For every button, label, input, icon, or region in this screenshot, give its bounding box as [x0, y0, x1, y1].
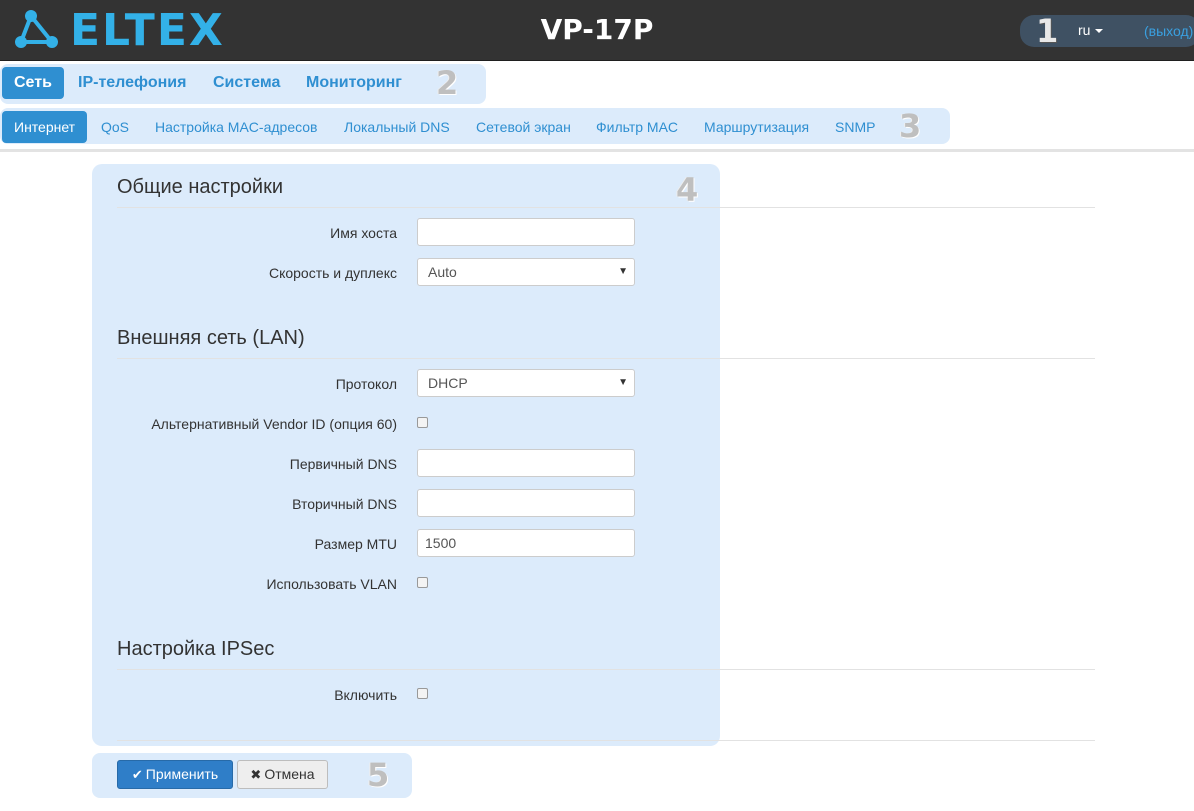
tab-internet[interactable]: Интернет	[2, 111, 88, 143]
caret-down-icon	[1095, 29, 1104, 34]
nav-item-ip-telephony[interactable]: IP-телефония	[78, 67, 186, 99]
annotation-1: 1	[1036, 12, 1059, 50]
annotation-5: 5	[367, 756, 390, 794]
mtu-label: Размер MTU	[314, 536, 397, 552]
vendor-id-label: Альтернативный Vendor ID (опция 60)	[151, 416, 397, 432]
secondary-dns-label: Вторичный DNS	[292, 496, 397, 512]
tab-snmp[interactable]: SNMP	[835, 111, 875, 143]
ipsec-enable-checkbox[interactable]	[417, 688, 428, 699]
annotation-4: 4	[676, 171, 699, 209]
annotation-3: 3	[899, 107, 922, 145]
nav-item-network[interactable]: Сеть	[2, 67, 64, 99]
language-label: ru	[1078, 22, 1091, 38]
nav-item-system[interactable]: Система	[213, 67, 280, 99]
cancel-button-label: Отмена	[264, 766, 315, 782]
section-divider	[117, 669, 1095, 670]
select-arrow-icon: ▼	[618, 377, 628, 388]
tab-firewall[interactable]: Сетевой экран	[476, 111, 571, 143]
language-dropdown[interactable]: ru	[1078, 22, 1104, 38]
nav-divider	[0, 149, 1194, 152]
device-title: VP-17P	[540, 13, 654, 46]
apply-button[interactable]: ✔ Применить	[117, 760, 233, 789]
speed-duplex-select[interactable]: Auto ▼	[417, 258, 635, 286]
apply-button-label: Применить	[145, 766, 219, 782]
tab-routing[interactable]: Маршрутизация	[704, 111, 809, 143]
speed-duplex-value: Auto	[428, 264, 457, 280]
tab-mac-filter[interactable]: Фильтр MAC	[596, 111, 678, 143]
select-arrow-icon: ▼	[618, 266, 628, 277]
secondary-dns-input[interactable]	[417, 489, 635, 517]
section-title-general: Общие настройки	[117, 176, 283, 198]
hostname-label: Имя хоста	[330, 225, 397, 241]
mtu-input[interactable]: 1500	[417, 529, 635, 557]
nav-item-monitoring[interactable]: Мониторинг	[306, 67, 402, 99]
logout-link[interactable]: (выход)	[1144, 23, 1193, 39]
protocol-select[interactable]: DHCP ▼	[417, 369, 635, 397]
hostname-input[interactable]	[417, 218, 635, 246]
use-vlan-checkbox[interactable]	[417, 577, 428, 588]
use-vlan-label: Использовать VLAN	[266, 576, 397, 592]
vendor-id-checkbox[interactable]	[417, 417, 428, 428]
tab-local-dns[interactable]: Локальный DNS	[344, 111, 450, 143]
check-icon: ✔	[131, 767, 143, 782]
cancel-button[interactable]: ✖ Отмена	[237, 760, 328, 789]
close-icon: ✖	[250, 767, 262, 782]
speed-duplex-label: Скорость и дуплекс	[268, 265, 397, 281]
section-title-lan: Внешняя сеть (LAN)	[117, 327, 305, 349]
tab-qos[interactable]: QoS	[101, 111, 129, 143]
primary-dns-input[interactable]	[417, 449, 635, 477]
section-divider	[117, 207, 1095, 208]
tab-mac-settings[interactable]: Настройка MAC-адресов	[155, 111, 318, 143]
section-divider	[117, 358, 1095, 359]
ipsec-enable-label: Включить	[334, 687, 397, 703]
annotation-2: 2	[436, 64, 459, 102]
form-bottom-divider	[117, 740, 1095, 741]
primary-dns-label: Первичный DNS	[289, 456, 397, 472]
top-header: ELTEX VP-17P 1 ru (выход)	[0, 0, 1194, 61]
section-title-ipsec: Настройка IPSec	[117, 638, 275, 660]
protocol-label: Протокол	[335, 376, 397, 392]
protocol-value: DHCP	[428, 375, 468, 391]
